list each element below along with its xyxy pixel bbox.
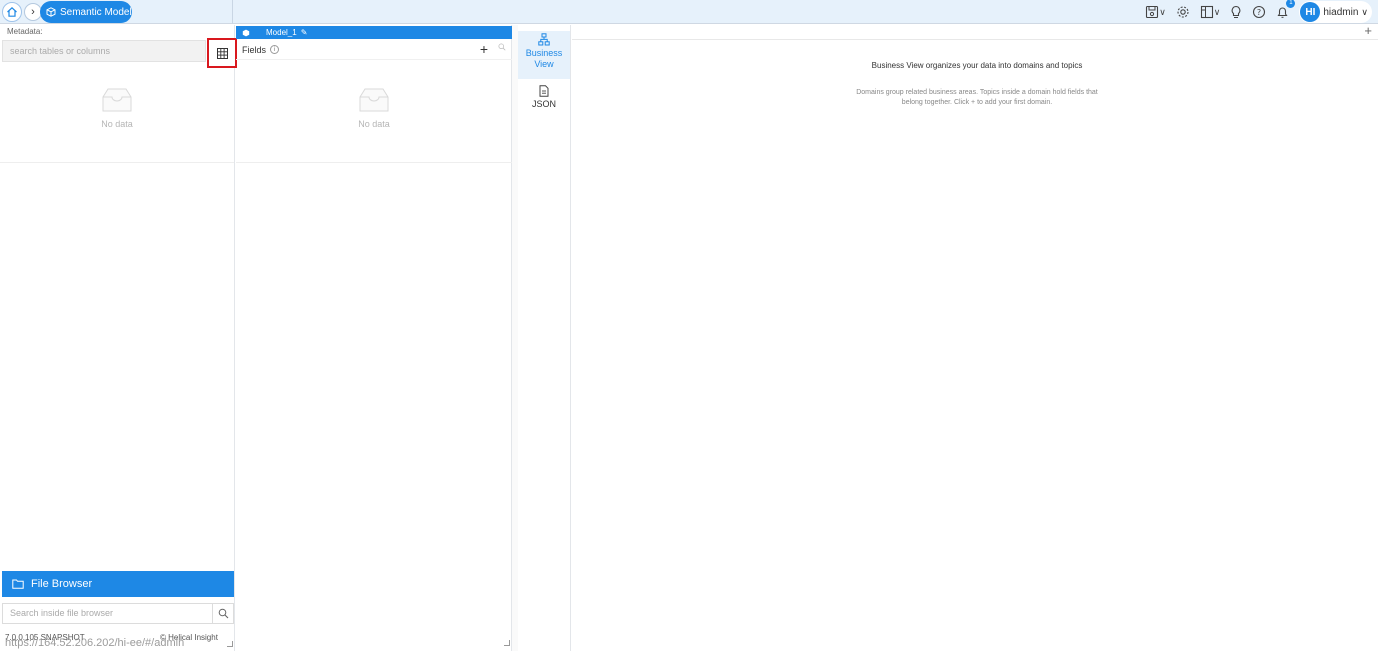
model-tab[interactable]: Model_1 ✎ (236, 26, 512, 39)
folder-icon (12, 579, 24, 589)
add-field-button[interactable]: + (480, 41, 488, 57)
notification-badge: 1 (1286, 0, 1296, 8)
empty-inbox-icon (102, 88, 132, 112)
username: hiadmin (1323, 6, 1359, 18)
resize-handle[interactable] (227, 641, 233, 647)
metadata-empty-state: No data (0, 65, 234, 163)
divider (572, 39, 1378, 40)
chevron-down-icon: ∨ (1159, 6, 1166, 17)
gear-icon (1177, 6, 1189, 18)
lightbulb-icon (1231, 5, 1241, 18)
fields-header: Fields i + (236, 40, 512, 60)
json-view-tab[interactable]: JSON (518, 85, 570, 115)
layout-menu-button[interactable]: ∨ (1200, 3, 1221, 21)
breadcrumb-label: Semantic Model (60, 6, 132, 18)
avatar: HI (1300, 2, 1321, 22)
svg-text:?: ? (1257, 8, 1261, 17)
help-circle-icon: ? (1253, 5, 1266, 19)
json-view-label: JSON (531, 99, 556, 109)
search-icon[interactable] (498, 43, 506, 51)
file-browser-search-input[interactable]: Search inside file browser (2, 603, 213, 624)
topbar-actions: ∨ ∨ ? 1 HI hiadmin ∨ (1145, 0, 1372, 23)
save-icon (1146, 5, 1159, 19)
empty-text: No data (101, 119, 133, 129)
add-domain-button[interactable]: + (1364, 23, 1372, 38)
business-view-tab[interactable]: Business View (518, 31, 570, 79)
fields-empty-state: No data (236, 65, 512, 163)
copyright-text: © Helical Insight (160, 633, 218, 642)
empty-inbox-icon (359, 88, 389, 112)
empty-text: No data (358, 119, 390, 129)
file-browser-title: File Browser (31, 578, 93, 590)
chevron-down-icon: ∨ (1213, 6, 1221, 17)
model-cube-icon (46, 7, 56, 17)
business-view-panel: + Business View organizes your data into… (572, 23, 1378, 651)
save-menu-button[interactable]: ∨ (1145, 3, 1166, 21)
help-button[interactable]: ? (1252, 3, 1266, 21)
business-view-description: Domains group related business areas. To… (856, 89, 1098, 106)
settings-button[interactable] (1176, 3, 1190, 21)
metadata-search-input[interactable]: search tables or columns (2, 40, 206, 62)
file-browser-header[interactable]: File Browser (2, 571, 234, 597)
resize-handle[interactable] (504, 640, 510, 646)
view-switcher: Business View JSON (518, 25, 571, 651)
model-cube-icon (242, 29, 250, 36)
notifications-button[interactable]: 1 (1276, 0, 1296, 21)
fields-panel: Model_1 ✎ Fields i + No data (236, 25, 512, 651)
breadcrumb-semantic-model[interactable]: Semantic Model (40, 1, 132, 23)
search-icon (218, 608, 228, 619)
home-button[interactable] (2, 2, 22, 22)
tips-button[interactable] (1230, 3, 1242, 21)
status-url: https://164.52.206.202/hi-ee/#/admin (5, 637, 185, 649)
business-view-title: Business View organizes your data into d… (871, 61, 1083, 70)
business-view-label: Business View (525, 48, 563, 69)
document-icon (539, 85, 549, 97)
layout-panel-icon (1200, 5, 1213, 19)
table-view-button[interactable] (207, 38, 237, 68)
table-grid-icon (216, 47, 228, 59)
edit-pencil-icon[interactable]: ✎ (301, 28, 308, 37)
chevron-down-icon: ∨ (1361, 6, 1368, 17)
user-menu[interactable]: HI hiadmin ∨ (1299, 1, 1372, 23)
topbar-divider (232, 0, 233, 24)
file-browser-search-button[interactable] (212, 603, 234, 624)
hierarchy-icon (538, 33, 550, 46)
chevron-right-icon: › (31, 6, 35, 18)
metadata-panel: Metadata: search tables or columns No da… (0, 25, 237, 651)
info-icon[interactable]: i (270, 45, 280, 54)
top-bar: › Semantic Model ∨ ∨ ? 1 HI hiadmin ∨ (0, 0, 1378, 24)
metadata-label: Metadata: (7, 27, 43, 36)
model-name: Model_1 (266, 28, 297, 37)
home-icon (7, 6, 17, 17)
fields-label: Fields (242, 44, 267, 55)
